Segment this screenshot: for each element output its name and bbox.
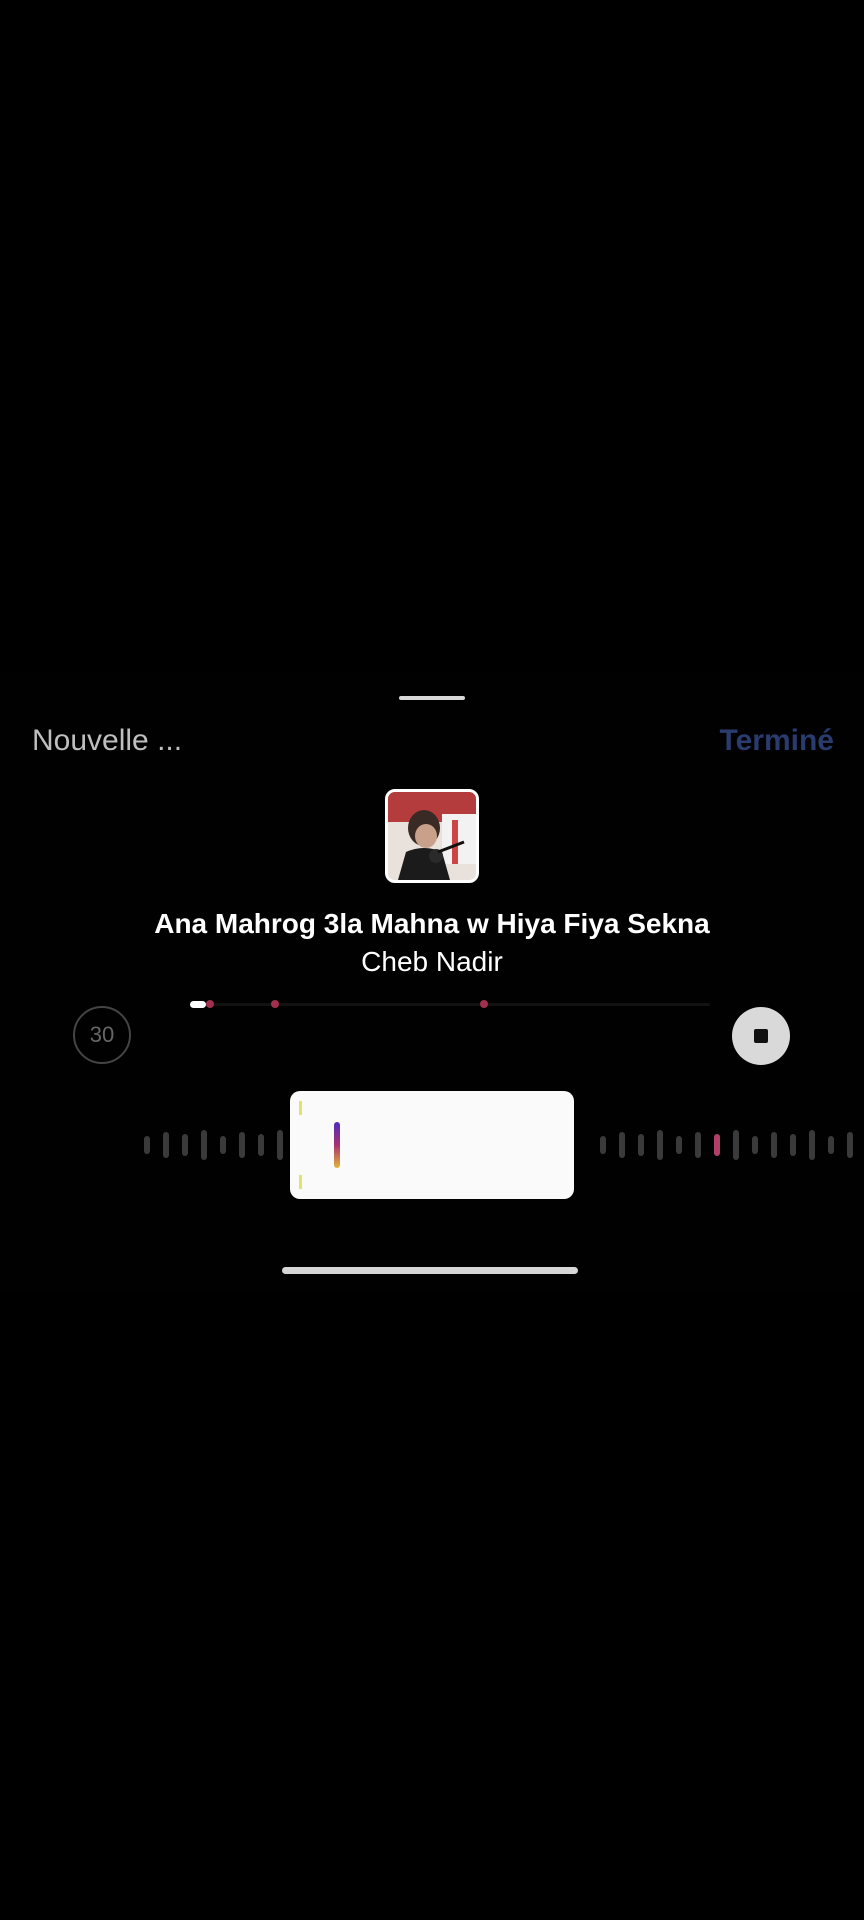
- progress-marker: [271, 1000, 279, 1008]
- waveform-bar: [695, 1132, 701, 1158]
- song-title: Ana Mahrog 3la Mahna w Hiya Fiya Sekna: [154, 908, 710, 939]
- progress-marker: [206, 1000, 214, 1008]
- sheet-grabber[interactable]: [399, 696, 465, 700]
- waveform-bar: [771, 1132, 777, 1158]
- waveform-bar: [657, 1130, 663, 1160]
- waveform-bar: [619, 1132, 625, 1158]
- waveform-bar: [790, 1134, 796, 1156]
- selector-edge-mark: [299, 1101, 302, 1115]
- waveform-bar: [258, 1134, 264, 1156]
- waveform-bar: [828, 1136, 834, 1154]
- waveform-bar: [733, 1130, 739, 1160]
- progress-fill: [190, 1001, 206, 1008]
- playhead-marker: [334, 1122, 340, 1168]
- stop-button[interactable]: [732, 1007, 790, 1065]
- waveform-bar: [201, 1130, 207, 1160]
- waveform-bar: [220, 1136, 226, 1154]
- stop-icon: [754, 1029, 768, 1043]
- selector-edge-mark: [299, 1175, 302, 1189]
- done-button[interactable]: Terminé: [720, 722, 834, 760]
- waveform-bar: [752, 1136, 758, 1154]
- waveform-bar: [144, 1136, 150, 1154]
- waveform-bar: [600, 1136, 606, 1154]
- selector-markers: [299, 1101, 340, 1189]
- waveform-bar: [239, 1132, 245, 1158]
- home-indicator[interactable]: [282, 1267, 578, 1274]
- clip-duration-button[interactable]: 30: [73, 1006, 131, 1064]
- waveform-bar: [277, 1130, 283, 1160]
- waveform-bar: [638, 1134, 644, 1156]
- artist-name: Cheb Nadir: [361, 946, 503, 977]
- waveform-bar: [809, 1130, 815, 1160]
- waveform-bar: [714, 1134, 720, 1156]
- progress-marker: [480, 1000, 488, 1008]
- clip-selector[interactable]: [290, 1091, 574, 1199]
- waveform-bar: [163, 1132, 169, 1158]
- preview-progress[interactable]: [190, 1000, 710, 1008]
- screen: Nouvelle ... Terminé Ana Mahrog 3la Mahn…: [0, 0, 864, 1920]
- album-art: [385, 789, 479, 883]
- waveform-bar: [182, 1134, 188, 1156]
- waveform-bar: [676, 1136, 682, 1154]
- waveform-bar: [847, 1132, 853, 1158]
- album-art-image: [388, 792, 476, 880]
- back-button[interactable]: Nouvelle ...: [32, 722, 182, 760]
